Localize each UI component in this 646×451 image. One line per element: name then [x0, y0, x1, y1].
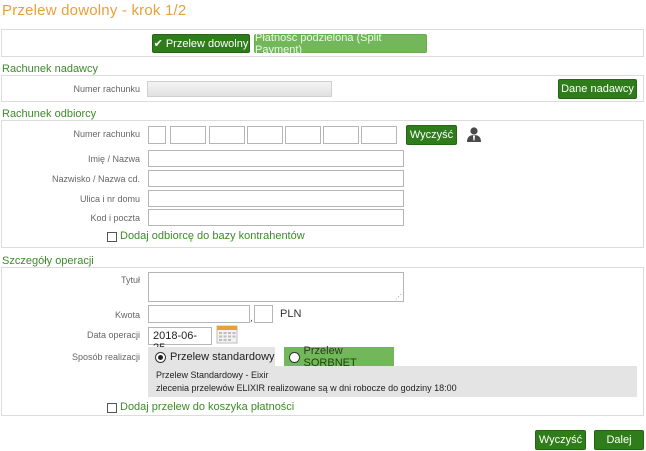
sposob-label: Sposób realizacji: [71, 352, 140, 362]
resize-grip-icon[interactable]: ⋰: [395, 294, 402, 301]
nazwisko-label: Nazwisko / Nazwa cd.: [51, 174, 140, 184]
account-segment[interactable]: [209, 126, 245, 144]
imie-input[interactable]: [148, 150, 404, 167]
kwota-decimal-input[interactable]: [254, 305, 273, 323]
option-standard-label: Przelew standardowy: [170, 351, 275, 363]
check-icon: ✔: [153, 38, 163, 50]
info-line-1: Przelew Standardowy - Eixir: [156, 370, 269, 380]
add-contractor-checkbox[interactable]: [107, 232, 117, 242]
calendar-icon[interactable]: [216, 324, 238, 344]
page-title: Przelew dowolny - krok 1/2: [2, 2, 187, 19]
imie-label: Imię / Nazwa: [87, 154, 140, 164]
nadawca-section-title: Rachunek nadawcy: [2, 63, 99, 75]
kod-input[interactable]: [148, 209, 404, 226]
option-standard-tab[interactable]: Przelew standardowy: [148, 347, 275, 367]
decimal-separator: ,: [250, 314, 253, 324]
kod-label: Kod i poczta: [90, 213, 140, 223]
account-segment[interactable]: [170, 126, 206, 144]
account-segment[interactable]: [361, 126, 397, 144]
account-segment[interactable]: [148, 126, 166, 144]
dane-nadawcy-button[interactable]: Dane nadawcy: [558, 79, 637, 99]
tytul-label: Tytuł: [120, 275, 140, 285]
nadawca-account-label: Numer rachunku: [73, 84, 140, 94]
radio-standard[interactable]: [155, 351, 166, 363]
kwota-integer-input[interactable]: [148, 305, 250, 323]
footer-clear-button[interactable]: Wyczyść: [535, 430, 586, 450]
radio-sorbnet[interactable]: [289, 351, 300, 363]
contacts-person-icon[interactable]: [466, 126, 482, 143]
currency-label: PLN: [280, 308, 302, 320]
przelew-dowolny-button[interactable]: ✔ Przelew dowolny: [152, 34, 250, 53]
szczegoly-section-title: Szczegóły operacji: [2, 255, 94, 267]
tytul-textarea[interactable]: ⋰: [148, 272, 404, 302]
account-segment[interactable]: [323, 126, 359, 144]
option-sorbnet-tab[interactable]: Przelew SORBNET: [284, 345, 394, 369]
data-operacji-label: Data operacji: [86, 330, 140, 340]
ulica-input[interactable]: [148, 190, 404, 207]
split-payment-button[interactable]: Płatność podzielona (Split Payment): [254, 32, 427, 56]
info-line-2: zlecenia przelewów ELIXIR realizowane są…: [156, 383, 457, 393]
nadawca-account-select[interactable]: [147, 81, 332, 97]
account-segment[interactable]: [285, 126, 321, 144]
add-contractor-label[interactable]: Dodaj odbiorcę do bazy kontrahentów: [120, 230, 305, 242]
add-basket-checkbox[interactable]: [107, 403, 117, 413]
ulica-label: Ulica i nr domu: [79, 194, 140, 204]
data-operacji-input[interactable]: 2018-06-25: [148, 327, 212, 354]
kwota-label: Kwota: [114, 310, 140, 320]
add-basket-label[interactable]: Dodaj przelew do koszyka płatności: [120, 401, 294, 413]
odbiorca-section-title: Rachunek odbiorcy: [2, 108, 97, 120]
przelew-dowolny-label: Przelew dowolny: [165, 37, 249, 50]
odbiorca-clear-button[interactable]: Wyczyść: [406, 125, 457, 145]
odbiorca-account-label: Numer rachunku: [73, 129, 140, 139]
nazwisko-input[interactable]: [148, 170, 404, 187]
account-segment[interactable]: [247, 126, 283, 144]
next-button[interactable]: Dalej: [594, 430, 644, 450]
odbiorca-account-input[interactable]: [148, 126, 398, 144]
